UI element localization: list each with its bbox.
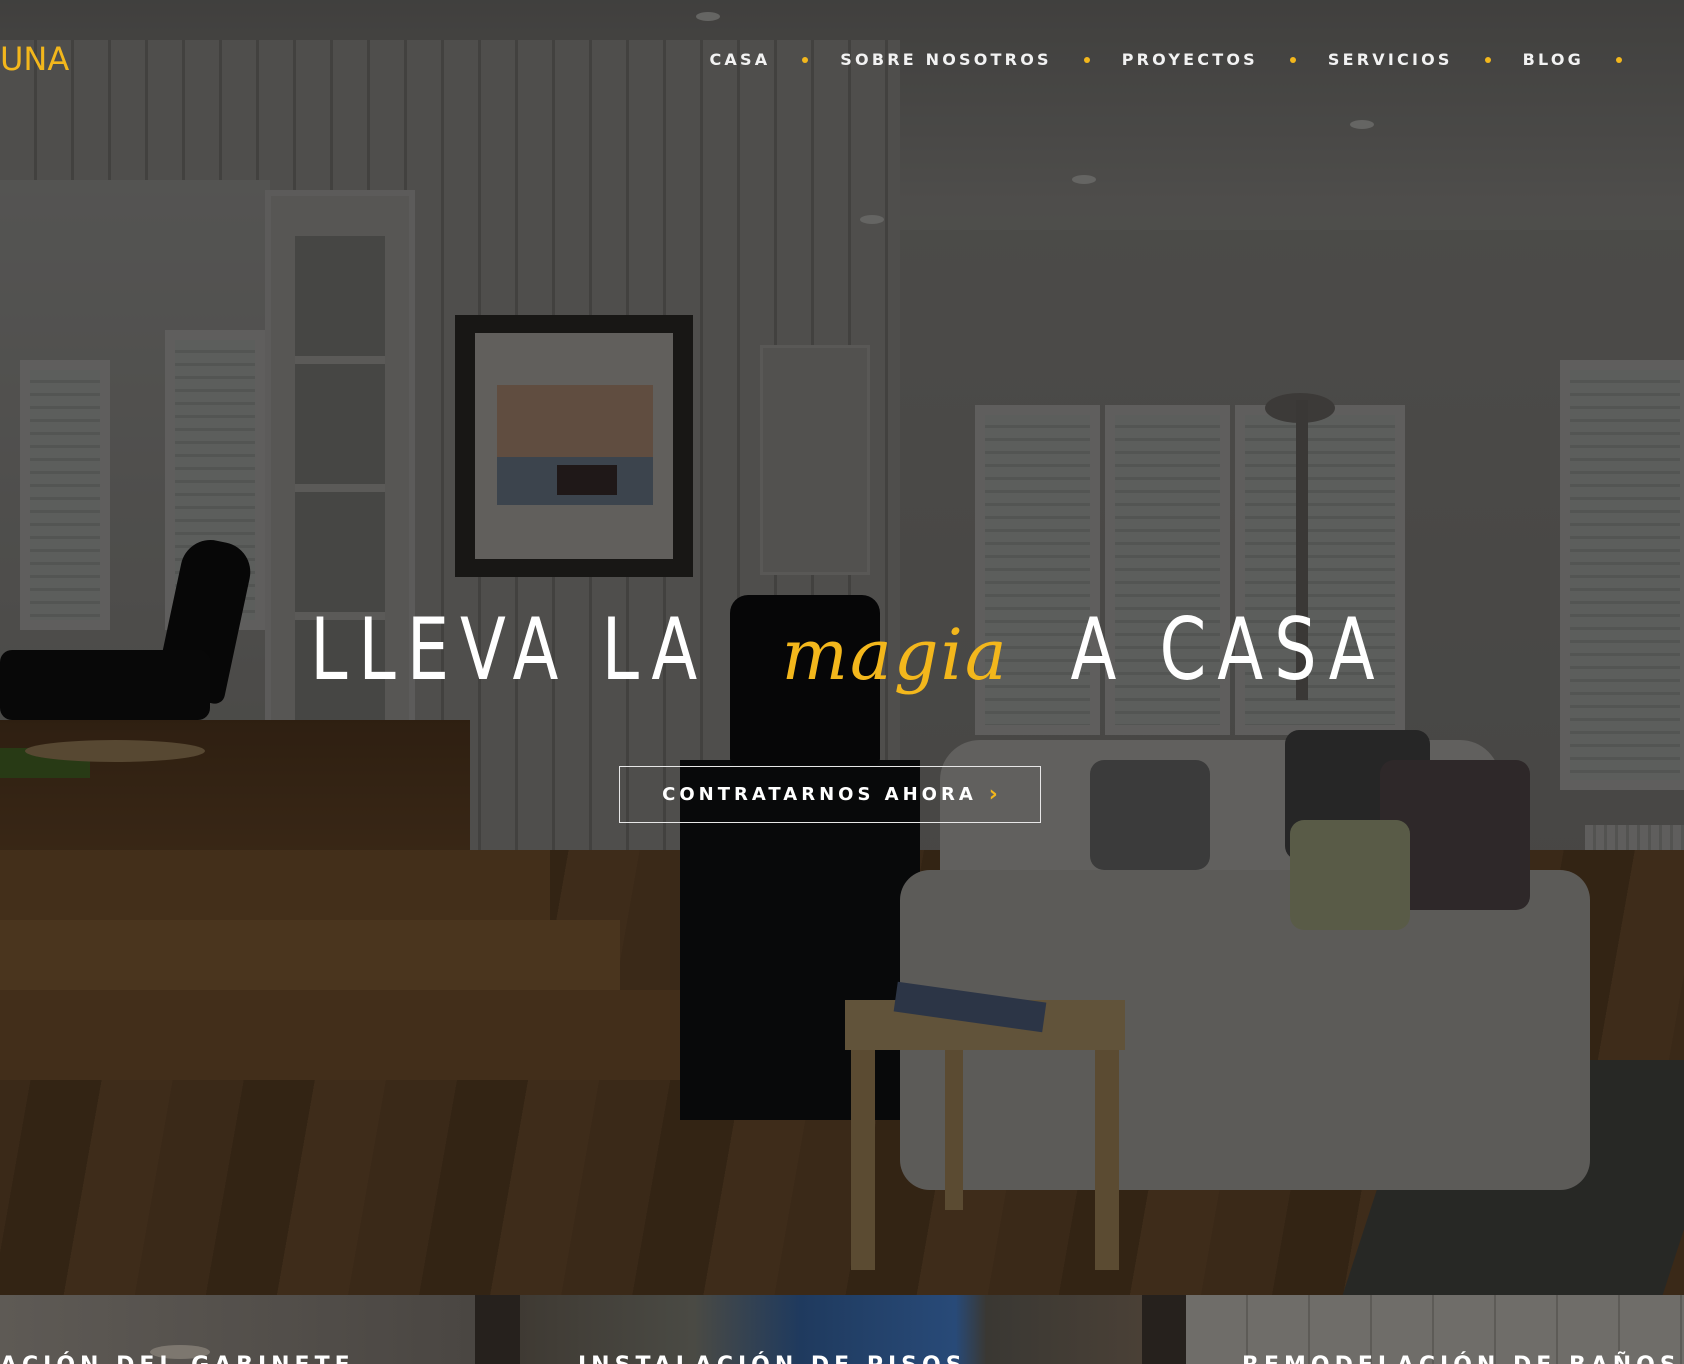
main-nav: CASA SOBRE NOSOTROS PROYECTOS SERVICIOS …	[709, 50, 1654, 69]
headline-text-start: LLEVA LA	[310, 600, 709, 700]
nav-separator-dot	[1289, 56, 1296, 63]
nav-separator-dot	[1484, 56, 1491, 63]
hire-us-button[interactable]: CONTRATARNOS AHORA ›	[619, 766, 1041, 823]
nav-separator-dot	[1083, 56, 1090, 63]
nav-item-blog[interactable]: BLOG	[1523, 50, 1584, 69]
headline-text-end: A CASA	[1070, 600, 1386, 700]
services-strip: ACIÓN DEL GABINETE INSTALACIÓN DE PISOS …	[0, 1295, 1684, 1364]
nav-separator-dot	[802, 56, 809, 63]
hire-us-button-label: CONTRATARNOS AHORA	[662, 784, 977, 805]
hero-headline: LLEVA LA magia A CASA	[0, 600, 1684, 700]
nav-separator-dot	[1616, 56, 1622, 63]
headline-accent-word: magia	[781, 614, 1009, 696]
service-tile-bathroom[interactable]: REMODELACIÓN DE BAÑOS	[1186, 1295, 1684, 1364]
service-tile-title: REMODELACIÓN DE BAÑOS	[1242, 1353, 1681, 1364]
nav-item-sobre-nosotros[interactable]: SOBRE NOSOTROS	[840, 50, 1051, 69]
nav-item-servicios[interactable]: SERVICIOS	[1328, 50, 1453, 69]
site-logo[interactable]: UNA	[0, 40, 69, 78]
service-tile-flooring[interactable]: INSTALACIÓN DE PISOS	[520, 1295, 1142, 1364]
nav-item-casa[interactable]: CASA	[709, 50, 770, 69]
nav-item-proyectos[interactable]: PROYECTOS	[1122, 50, 1258, 69]
service-tile-title: ACIÓN DEL GABINETE	[0, 1353, 355, 1364]
service-tile-cabinet[interactable]: ACIÓN DEL GABINETE	[0, 1295, 475, 1364]
service-tile-title: INSTALACIÓN DE PISOS	[578, 1353, 967, 1364]
chevron-right-icon: ›	[988, 782, 998, 807]
